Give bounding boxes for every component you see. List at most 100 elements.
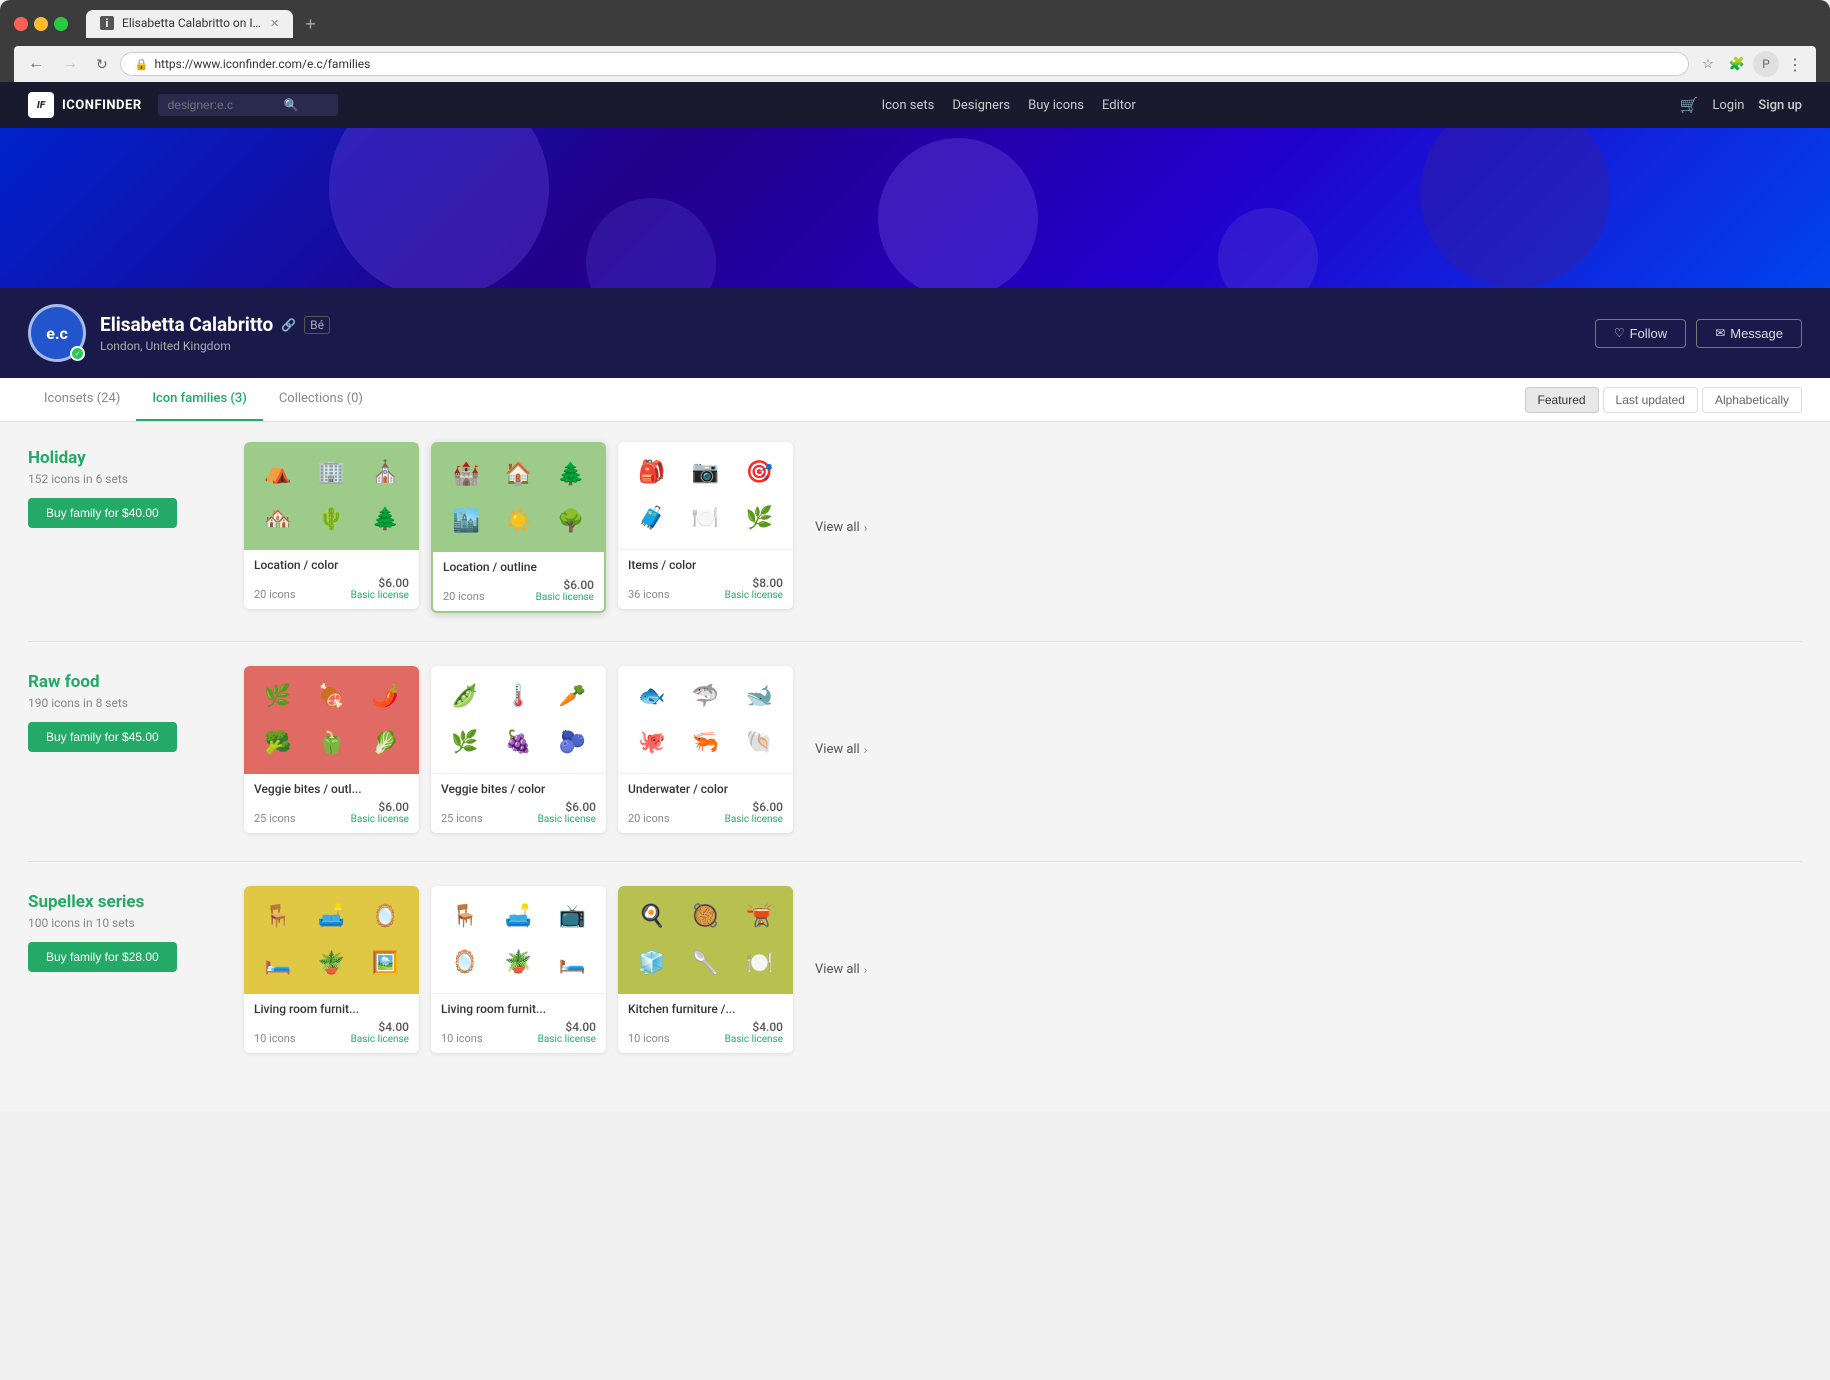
sort-last-updated[interactable]: Last updated (1603, 387, 1698, 413)
url-text: https://www.iconfinder.com/e.c/families (154, 57, 1674, 71)
iconset-license: Basic license (725, 590, 783, 601)
tab-icon-families[interactable]: Icon families (3) (136, 378, 263, 421)
iconset-count: 25 icons (254, 812, 296, 825)
iconset-price: $6.00 (725, 800, 783, 814)
content-area: Holiday 152 icons in 6 sets Buy family f… (0, 422, 1830, 1111)
iconset-license: Basic license (351, 814, 409, 825)
iconset-card[interactable]: 🌿 🍖 🌶️ 🥦 🫑 🥬 Veggie bites / outl... 25 i… (244, 666, 419, 833)
tab-close-icon[interactable]: ✕ (270, 17, 279, 30)
iconset-card[interactable]: 🍳 🥘 🫕 🧊 🥄 🍽️ Kitchen furniture /... 10 i… (618, 886, 793, 1053)
nav-editor[interactable]: Editor (1102, 98, 1136, 113)
forward-button[interactable]: → (56, 52, 84, 76)
iconset-name: Living room furnit... (254, 1002, 409, 1016)
view-all-label: View all (815, 962, 860, 977)
tabs-bar: Iconsets (24) Icon families (3) Collecti… (0, 378, 1830, 422)
profile-location: London, United Kingdom (100, 339, 330, 353)
new-tab-button[interactable]: + (297, 15, 324, 33)
view-all-holiday[interactable]: View all › (805, 510, 877, 545)
sort-featured[interactable]: Featured (1525, 387, 1599, 413)
family-section-holiday: Holiday 152 icons in 6 sets Buy family f… (28, 442, 1802, 613)
iconset-price: $6.00 (536, 578, 594, 592)
iconset-license: Basic license (725, 1034, 783, 1045)
iconset-card[interactable]: 🪑 🛋️ 📺 🪞 🪴 🛏️ Living room furnit... 10 i… (431, 886, 606, 1053)
iconset-price: $4.00 (725, 1020, 783, 1034)
family-meta-supellex: 100 icons in 10 sets (28, 916, 228, 930)
iconset-price: $4.00 (538, 1020, 596, 1034)
buy-rawfood-button[interactable]: Buy family for $45.00 (28, 722, 177, 752)
view-all-label: View all (815, 742, 860, 757)
iconset-license: Basic license (538, 814, 596, 825)
buy-supellex-button[interactable]: Buy family for $28.00 (28, 942, 177, 972)
iconset-card[interactable]: 🐟 🦈 🐋 🐙 🦐 🐚 Underwater / color 20 icons (618, 666, 793, 833)
nav-designers[interactable]: Designers (952, 98, 1010, 113)
hero-banner (0, 128, 1830, 288)
iconset-name: Location / outline (443, 560, 594, 574)
address-bar[interactable]: 🔒 https://www.iconfinder.com/e.c/familie… (120, 52, 1689, 76)
family-section-rawfood: Raw food 190 icons in 8 sets Buy family … (28, 666, 1802, 833)
bookmark-icon[interactable]: ☆ (1695, 51, 1721, 77)
nav-buy-icons[interactable]: Buy icons (1028, 98, 1084, 113)
menu-icon[interactable]: ⋮ (1782, 51, 1808, 77)
reload-button[interactable]: ↻ (90, 53, 114, 76)
iconset-name: Kitchen furniture /... (628, 1002, 783, 1016)
sort-options: Featured Last updated Alphabetically (1525, 387, 1802, 413)
extensions-icon[interactable]: 🧩 (1724, 51, 1750, 77)
heart-icon: ♡ (1614, 326, 1625, 340)
site-nav: Icon sets Designers Buy icons Editor (882, 98, 1136, 113)
sort-alphabetically[interactable]: Alphabetically (1702, 387, 1802, 413)
iconset-card[interactable]: 🎒 📷 🎯 🧳 🍽️ 🌿 Items / color 36 icons (618, 442, 793, 609)
browser-tab[interactable]: i Elisabetta Calabritto on Iconfinc... ✕ (86, 10, 293, 38)
message-button[interactable]: ✉ Message (1696, 319, 1802, 348)
iconset-card[interactable]: 🫛 🌡️ 🥕 🌿 🍇 🫐 Veggie bites / color 25 ico… (431, 666, 606, 833)
chevron-right-icon: › (864, 521, 868, 535)
header-search-input[interactable] (168, 98, 278, 112)
family-info-rawfood: Raw food 190 icons in 8 sets Buy family … (28, 666, 228, 752)
view-all-supellex[interactable]: View all › (805, 952, 877, 987)
site-header: IF ICONFINDER 🔍 Icon sets Designers Buy … (0, 82, 1830, 128)
search-icon[interactable]: 🔍 (284, 98, 299, 112)
view-all-label: View all (815, 520, 860, 535)
iconset-name: Veggie bites / color (441, 782, 596, 796)
minimize-button[interactable] (34, 17, 48, 31)
header-auth: 🛒 Login Sign up (1680, 96, 1802, 114)
header-search-box[interactable]: 🔍 (158, 94, 338, 116)
iconset-name: Living room furnit... (441, 1002, 596, 1016)
follow-label: Follow (1630, 326, 1668, 341)
profile-name: Elisabetta Calabritto (100, 313, 273, 336)
chevron-right-icon: › (864, 963, 868, 977)
site-logo[interactable]: IF ICONFINDER (28, 92, 142, 118)
iconset-card[interactable]: 🏰 🏠 🌲 🏙️ ☀️ 🌳 Location / outline 20 icon… (431, 442, 606, 613)
follow-button[interactable]: ♡ Follow (1595, 319, 1686, 348)
profile-icon[interactable]: P (1753, 51, 1779, 77)
browser-navbar: ← → ↻ 🔒 https://www.iconfinder.com/e.c/f… (14, 46, 1816, 82)
iconset-card[interactable]: 🪑 🛋️ 🪞 🛏️ 🪴 🖼️ Living room furnit... 10 … (244, 886, 419, 1053)
iconset-count: 10 icons (254, 1032, 296, 1045)
family-name-rawfood: Raw food (28, 672, 228, 692)
iconset-price: $4.00 (351, 1020, 409, 1034)
family-section-supellex: Supellex series 100 icons in 10 sets Buy… (28, 886, 1802, 1053)
buy-holiday-button[interactable]: Buy family for $40.00 (28, 498, 177, 528)
login-link[interactable]: Login (1712, 98, 1744, 113)
iconset-card[interactable]: ⛺ 🏢 ⛪ 🏘️ 🌵 🌲 Location / color 20 icons (244, 442, 419, 609)
profile-link-icon[interactable]: 🔗 (281, 318, 296, 332)
tab-title: Elisabetta Calabritto on Iconfinc... (122, 16, 262, 30)
close-button[interactable] (14, 17, 28, 31)
family-info-supellex: Supellex series 100 icons in 10 sets Buy… (28, 886, 228, 972)
nav-iconsets[interactable]: Icon sets (882, 98, 935, 113)
back-button[interactable]: ← (22, 52, 50, 76)
lock-icon: 🔒 (135, 58, 149, 71)
cart-icon[interactable]: 🛒 (1680, 96, 1699, 114)
iconset-name: Location / color (254, 558, 409, 572)
tab-collections[interactable]: Collections (0) (263, 378, 379, 421)
view-all-rawfood[interactable]: View all › (805, 732, 877, 767)
tab-iconsets[interactable]: Iconsets (24) (28, 378, 136, 421)
iconset-price: $6.00 (538, 800, 596, 814)
profile-actions: ♡ Follow ✉ Message (1595, 319, 1802, 348)
signup-link[interactable]: Sign up (1758, 98, 1802, 113)
behance-link[interactable]: Bé (304, 316, 330, 334)
logo-mark: IF (28, 92, 54, 118)
iconset-count: 36 icons (628, 588, 670, 601)
browser-nav-icons: ☆ 🧩 P ⋮ (1695, 51, 1808, 77)
maximize-button[interactable] (54, 17, 68, 31)
iconset-name: Items / color (628, 558, 783, 572)
